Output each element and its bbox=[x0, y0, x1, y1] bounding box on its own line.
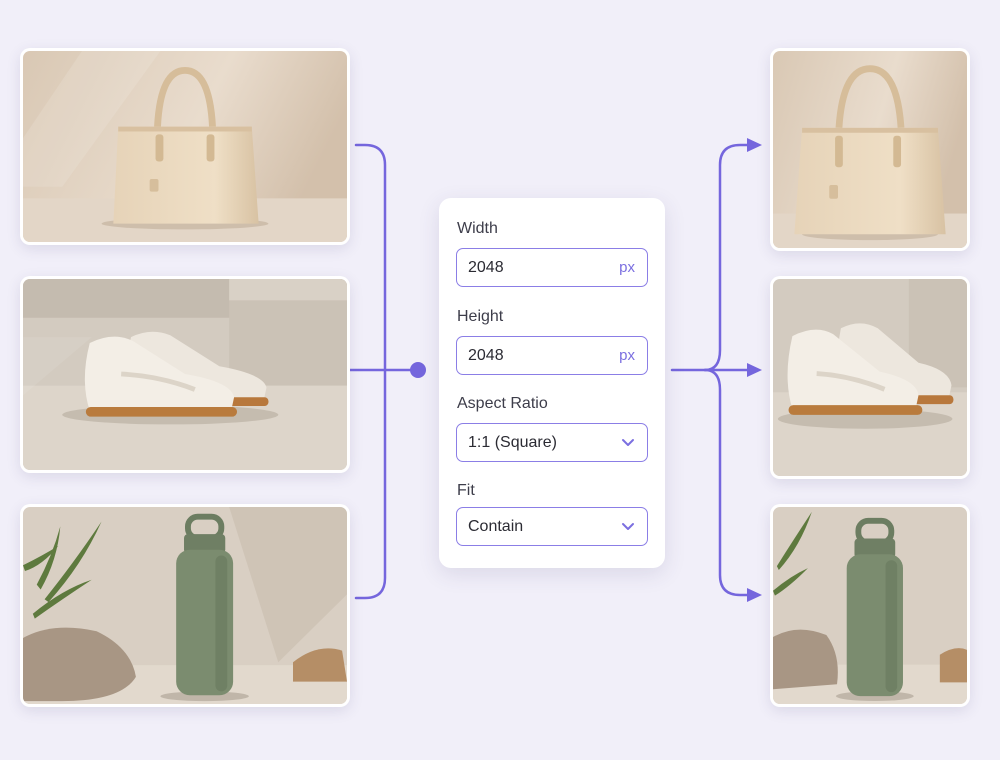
width-unit: px bbox=[619, 259, 635, 276]
output-branch-top bbox=[703, 143, 754, 372]
input-bracket-line bbox=[354, 143, 387, 600]
output-image-handbag[interactable] bbox=[770, 48, 970, 251]
width-label: Width bbox=[457, 220, 498, 237]
aspect-ratio-label: Aspect Ratio bbox=[457, 395, 548, 412]
aspect-ratio-select[interactable]: 1:1 (Square) bbox=[456, 423, 648, 462]
width-input[interactable]: 2048 px bbox=[456, 248, 648, 287]
water-bottle-output-photo bbox=[773, 507, 967, 704]
output-image-sneakers[interactable] bbox=[770, 276, 970, 479]
height-unit: px bbox=[619, 347, 635, 364]
water-bottle-photo bbox=[23, 507, 347, 704]
height-label: Height bbox=[457, 308, 504, 325]
resize-settings-panel: Width 2048 px Height 2048 px Aspect Rati… bbox=[439, 198, 665, 568]
input-image-handbag[interactable] bbox=[20, 48, 350, 245]
input-image-sneakers[interactable] bbox=[20, 276, 350, 473]
handbag-photo bbox=[23, 51, 347, 242]
junction-dot-icon bbox=[410, 362, 426, 378]
height-value: 2048 bbox=[468, 346, 504, 364]
fit-value: Contain bbox=[468, 517, 524, 535]
input-image-water-bottle[interactable] bbox=[20, 504, 350, 707]
sneakers-output-photo bbox=[773, 279, 967, 476]
arrow-right-icon bbox=[747, 138, 762, 152]
output-image-water-bottle[interactable] bbox=[770, 504, 970, 707]
handbag-output-photo bbox=[773, 51, 967, 248]
fit-select[interactable]: Contain bbox=[456, 507, 648, 546]
arrow-right-icon bbox=[747, 363, 762, 377]
aspect-ratio-value: 1:1 (Square) bbox=[468, 433, 557, 451]
chevron-down-icon bbox=[622, 438, 634, 446]
arrow-right-icon bbox=[747, 588, 762, 602]
sneakers-photo bbox=[23, 279, 347, 470]
output-branch-bottom bbox=[703, 368, 754, 597]
fit-label: Fit bbox=[457, 482, 475, 499]
width-value: 2048 bbox=[468, 258, 504, 276]
height-input[interactable]: 2048 px bbox=[456, 336, 648, 375]
chevron-down-icon bbox=[622, 522, 634, 530]
